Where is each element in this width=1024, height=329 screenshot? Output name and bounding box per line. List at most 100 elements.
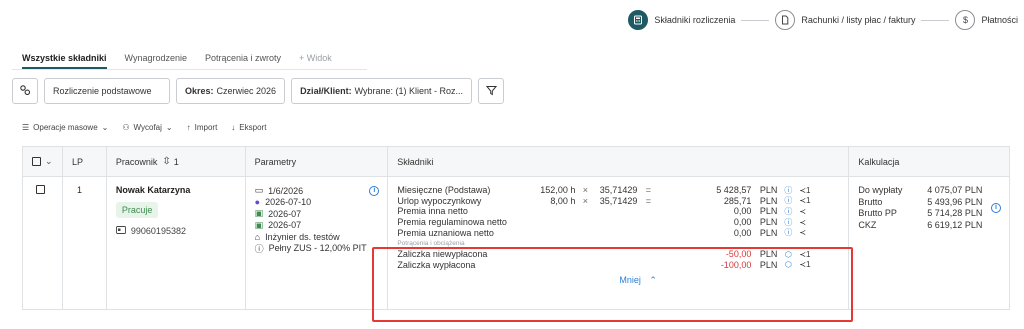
component-name: Premia inna netto: [397, 206, 468, 217]
employee-cell: Nowak Katarzyna Pracuje 99060195382: [107, 177, 246, 309]
deduction-amount: -50,00: [725, 249, 752, 260]
period-select[interactable]: Okres: Czerwiec 2026: [176, 78, 286, 104]
filter-button[interactable]: [478, 78, 505, 104]
share-icon[interactable]: ≺1: [799, 260, 821, 269]
department-client-select[interactable]: Dział/Klient: Wybrane: (1) Klient - Roz.…: [291, 78, 473, 104]
import-button[interactable]: ↑ Import: [187, 123, 218, 132]
param-payment-date: ● 2026-07-10: [255, 197, 379, 209]
param-tax-period: ▣ 2026-07: [255, 220, 379, 232]
share-count: 1: [806, 185, 811, 195]
table-row: 1 Nowak Katarzyna Pracuje 99060195382 ▭ 1…: [23, 177, 1009, 309]
component-row: Miesięczne (Podstawa) 152,00 h × 35,7142…: [397, 185, 839, 196]
document-icon: [775, 10, 796, 30]
info-icon[interactable]: ⓘ: [777, 206, 799, 217]
share-icon[interactable]: ≺: [799, 228, 821, 237]
step-connector: [741, 19, 770, 21]
deduction-name: Zaliczka wypłacona: [397, 259, 476, 270]
param-text: 1/6/2026: [268, 185, 304, 196]
component-name: Premia uznaniowa netto: [397, 227, 494, 238]
share-icon[interactable]: ≺1: [799, 186, 821, 195]
deduction-row: Zaliczka niewypłacona -50,00 PLN ⬡ ≺1: [397, 249, 839, 260]
chevron-down-icon: ⌄: [165, 123, 173, 132]
show-less-link[interactable]: Mniej ⌃: [397, 275, 839, 286]
header-calc: Kalkulacja: [858, 156, 900, 167]
employee-id: 99060195382: [115, 226, 236, 236]
param-insurance: ⓘ Pełny ZUS - 12,00% PIT: [255, 243, 379, 255]
cube-icon[interactable]: ⬡: [777, 250, 799, 259]
share-icon[interactable]: ≺: [799, 207, 821, 216]
calc-row: Brutto PP 5 714,28 PLN: [858, 208, 1000, 220]
deduction-currency: PLN: [759, 249, 778, 260]
list-icon: ☰: [22, 123, 30, 132]
chevron-down-icon: ⌄: [101, 123, 109, 132]
department-label: Dział/Klient:: [300, 86, 352, 96]
calc-row: CKZ 6 619,12 PLN: [858, 220, 1000, 232]
component-hours: 8,00 h: [550, 195, 576, 206]
bulk-operations-menu[interactable]: ☰ Operacje masowe ⌄: [22, 123, 108, 132]
component-name: Urlop wypoczynkowy: [397, 195, 482, 206]
tabs-divider: [12, 69, 367, 70]
view-tabs: Wszystkie składniki Wynagrodzenie Potrąc…: [22, 53, 332, 69]
components-table: ⌄ LP Pracownik ⇳ 1 Parametry Składniki K…: [22, 146, 1010, 310]
cube-icon[interactable]: ⬡: [777, 260, 799, 269]
params-cell: ▭ 1/6/2026 ● 2026-07-10 ▣ 2026-07 ▣ 2026-07 …: [246, 177, 389, 309]
chevron-up-icon: ⌃: [649, 275, 657, 286]
component-currency: PLN: [759, 227, 778, 238]
header-employee-label: Pracownik: [115, 156, 158, 167]
select-all-header[interactable]: ⌄: [23, 147, 63, 176]
calc-value: 5 493,96 PLN: [927, 196, 983, 207]
clock-icon: ●: [254, 197, 261, 208]
component-row: Premia regulaminowa netto 0,00 PLN ⓘ ≺: [397, 217, 839, 228]
calc-info-icon[interactable]: i: [991, 203, 1001, 213]
filter-icon: [485, 85, 497, 98]
param-text: 2026-07: [268, 208, 302, 219]
header-components: Składniki: [388, 147, 850, 176]
employee-name[interactable]: Nowak Katarzyna: [116, 185, 236, 195]
step-label: Płatności: [981, 15, 1018, 25]
sort-count: 1: [173, 156, 179, 167]
info-icon[interactable]: ⓘ: [777, 217, 799, 228]
select-all-checkbox[interactable]: [32, 157, 41, 166]
arrow-up-icon: ↑: [186, 123, 191, 132]
info-icon[interactable]: ⓘ: [777, 227, 799, 238]
show-less-label: Mniej: [619, 275, 641, 286]
sort-icon[interactable]: ⇳: [162, 156, 170, 167]
calculation-select[interactable]: Rozliczenie podstawowe: [44, 78, 170, 104]
export-button[interactable]: ↓ Eksport: [231, 123, 266, 132]
calc-value: 4 075,07 PLN: [927, 185, 983, 195]
tab-salary[interactable]: Wynagrodzenie: [125, 53, 187, 69]
progress-stepper: Składniki rozliczenia Rachunki / listy p…: [628, 9, 1018, 31]
step-connector: [921, 19, 950, 21]
row-checkbox[interactable]: [36, 185, 45, 194]
share-icon[interactable]: ≺1: [799, 196, 821, 205]
step-payrolls[interactable]: Rachunki / listy płac / faktury: [775, 10, 915, 30]
multiply-sign: ×: [582, 185, 588, 196]
share-icon[interactable]: ≺1: [799, 250, 821, 259]
briefcase-icon: ⌂: [254, 231, 261, 242]
file-green-icon: ▣: [254, 208, 264, 219]
share-count: 1: [806, 260, 811, 270]
share-icon[interactable]: ≺: [799, 218, 821, 227]
calc-row: Do wypłaty 4 075,07 PLN: [858, 185, 1000, 197]
tab-deductions[interactable]: Potrącenia i zwroty: [205, 53, 281, 69]
equals-sign: =: [645, 195, 651, 206]
step-payments[interactable]: $ Płatności: [955, 10, 1018, 30]
calc-value: 5 714,28 PLN: [927, 208, 983, 218]
component-hours: 152,00 h: [540, 185, 576, 196]
header-employee[interactable]: Pracownik ⇳ 1: [107, 147, 246, 176]
param-text: 2026-07-10: [265, 197, 312, 208]
period-value: Czerwiec 2026: [216, 86, 277, 96]
deductions-section-label: Potrącenia i obciążenia: [397, 239, 465, 247]
info-icon[interactable]: ⓘ: [777, 195, 799, 206]
settings-button[interactable]: [12, 78, 38, 104]
tab-add-view[interactable]: + Widok: [299, 53, 332, 69]
info-icon[interactable]: ⓘ: [777, 185, 799, 196]
withdraw-menu[interactable]: ⚇ Wycofaj ⌄: [122, 123, 172, 132]
id-card-icon: [115, 226, 126, 236]
filter-toolbar: Rozliczenie podstawowe Okres: Czerwiec 2…: [12, 78, 505, 104]
component-currency: PLN: [759, 217, 778, 228]
step-components[interactable]: Składniki rozliczenia: [628, 10, 735, 30]
header-lp: LP: [63, 147, 107, 176]
tab-all-components[interactable]: Wszystkie składniki: [22, 53, 107, 69]
param-period: ▣ 2026-07: [255, 208, 379, 220]
